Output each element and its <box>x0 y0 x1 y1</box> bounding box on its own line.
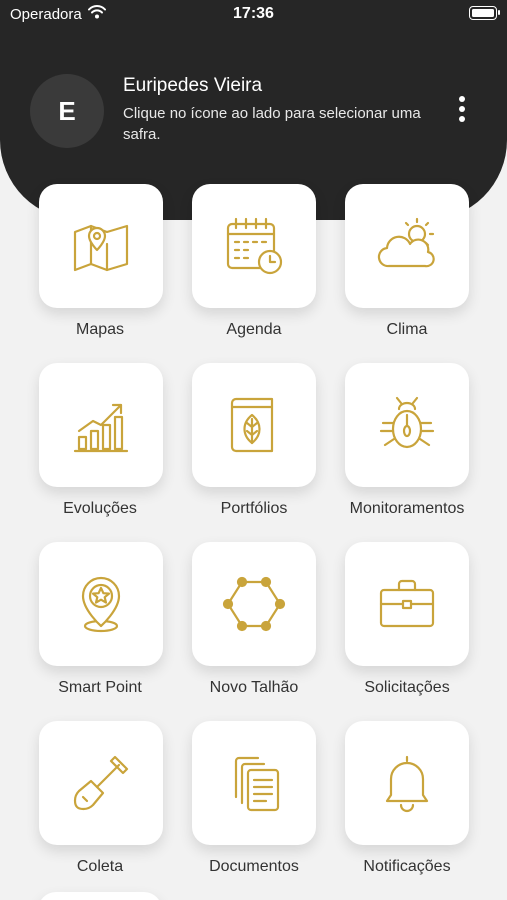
tile-label-solicitacoes: Solicitações <box>364 679 450 696</box>
battery-icon <box>469 6 500 20</box>
tile-monitoramentos[interactable] <box>345 363 469 487</box>
calendar-clock-icon <box>226 217 283 275</box>
briefcase-icon <box>379 579 435 628</box>
tile-novo-talhao[interactable] <box>192 542 316 666</box>
map-pin-icon <box>73 224 129 272</box>
tile-label-documentos: Documentos <box>209 858 299 875</box>
tile-label-evolucoes: Evoluções <box>63 500 137 517</box>
star-pin-icon <box>81 576 121 633</box>
tile-portfolios[interactable] <box>192 363 316 487</box>
tile-mapas[interactable] <box>39 184 163 308</box>
bug-icon <box>379 396 435 449</box>
tile-label-monitoramentos: Monitoramentos <box>349 500 465 517</box>
user-name: Euripedes Vieira <box>123 75 263 96</box>
tile-smart-point[interactable] <box>39 542 163 666</box>
tile-evolucoes[interactable] <box>39 363 163 487</box>
documents-icon <box>234 756 280 812</box>
tile-documentos[interactable] <box>192 721 316 845</box>
tile-agenda[interactable] <box>192 184 316 308</box>
tile-partial[interactable] <box>38 892 162 900</box>
status-bar: Operadora 17:36 <box>0 0 507 30</box>
hexagon-icon <box>222 576 286 632</box>
bell-icon <box>385 755 429 813</box>
tile-label-agenda: Agenda <box>226 321 282 338</box>
tile-notificacoes[interactable] <box>345 721 469 845</box>
tile-label-portfolios: Portfólios <box>220 500 288 517</box>
tile-label-notificacoes: Notificações <box>363 858 451 875</box>
tile-label-clima: Clima <box>386 321 428 338</box>
tile-label-mapas: Mapas <box>75 321 125 338</box>
weather-icon <box>377 217 435 268</box>
tile-label-novo-talhao: Novo Talhão <box>209 679 299 696</box>
clock: 17:36 <box>233 5 274 22</box>
shovel-icon <box>73 755 129 811</box>
crop-selection-hint: Clique no ícone ao lado para selecionar … <box>123 105 421 143</box>
tile-clima[interactable] <box>345 184 469 308</box>
tile-solicitacoes[interactable] <box>345 542 469 666</box>
tile-label-smart-point: Smart Point <box>58 679 142 696</box>
tile-label-coleta: Coleta <box>76 858 124 875</box>
more-vertical-icon[interactable] <box>450 94 474 124</box>
avatar[interactable]: E <box>30 74 104 148</box>
growth-chart-icon <box>73 403 129 453</box>
leaf-book-icon <box>230 397 274 453</box>
tile-coleta[interactable] <box>39 721 163 845</box>
